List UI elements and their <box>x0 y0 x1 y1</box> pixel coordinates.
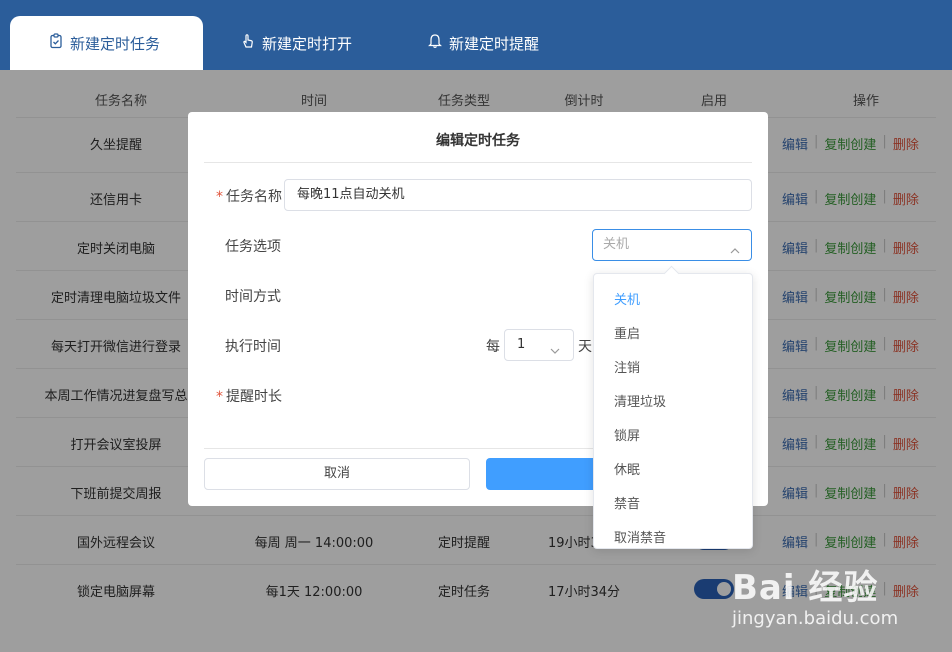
task-option-select[interactable]: 关机 <box>592 229 752 261</box>
tab-label: 新建定时提醒 <box>449 34 540 53</box>
every-label: 每 <box>486 339 500 355</box>
time-mode-label: 时间方式 <box>225 289 281 305</box>
watermark-logo: Bai 经验 <box>732 568 879 608</box>
divider <box>204 162 752 163</box>
cancel-button[interactable]: 取消 <box>204 458 470 490</box>
tab-new-scheduled-open[interactable]: 新建定时打开 <box>240 16 352 70</box>
dropdown-option[interactable]: 锁屏 <box>614 425 640 444</box>
tab-label: 新建定时任务 <box>70 34 161 53</box>
task-name-label: * 任务名称 <box>216 189 282 205</box>
dropdown-option[interactable]: 重启 <box>614 323 640 342</box>
interval-value: 1 <box>517 337 526 352</box>
chevron-up-icon <box>729 239 741 254</box>
interval-select[interactable]: 1 <box>504 329 574 361</box>
task-name-input[interactable]: 每晚11点自动关机 <box>284 179 752 211</box>
duration-label: * 提醒时长 <box>216 389 282 405</box>
clipboard-icon <box>48 33 64 53</box>
task-option-dropdown: 关机重启注销清理垃圾锁屏休眠禁音取消禁音 <box>593 273 753 549</box>
bell-icon <box>427 33 443 53</box>
chevron-down-icon <box>549 339 561 354</box>
top-tab-bar: 新建定时任务 新建定时打开 新建定时提醒 <box>0 0 952 70</box>
dropdown-option[interactable]: 注销 <box>614 357 640 376</box>
tab-label: 新建定时打开 <box>262 34 353 53</box>
dropdown-option[interactable]: 清理垃圾 <box>614 391 666 410</box>
dropdown-option[interactable]: 取消禁音 <box>614 527 666 546</box>
select-value: 关机 <box>603 237 630 252</box>
day-unit-label: 天 <box>578 339 592 355</box>
watermark-url: jingyan.baidu.com <box>732 608 899 629</box>
baidu-watermark: Bai 经验 jingyan.baidu.com <box>732 560 942 640</box>
dropdown-option[interactable]: 关机 <box>614 289 640 308</box>
task-option-label: 任务选项 <box>225 239 281 255</box>
tab-new-scheduled-task[interactable]: 新建定时任务 <box>10 16 203 70</box>
tab-new-scheduled-reminder[interactable]: 新建定时提醒 <box>427 16 539 70</box>
exec-time-label: 执行时间 <box>225 339 281 355</box>
dropdown-option[interactable]: 禁音 <box>614 493 640 512</box>
dropdown-option[interactable]: 休眠 <box>614 459 640 478</box>
dialog-title: 编辑定时任务 <box>436 133 520 149</box>
hand-pointer-icon <box>240 33 256 53</box>
